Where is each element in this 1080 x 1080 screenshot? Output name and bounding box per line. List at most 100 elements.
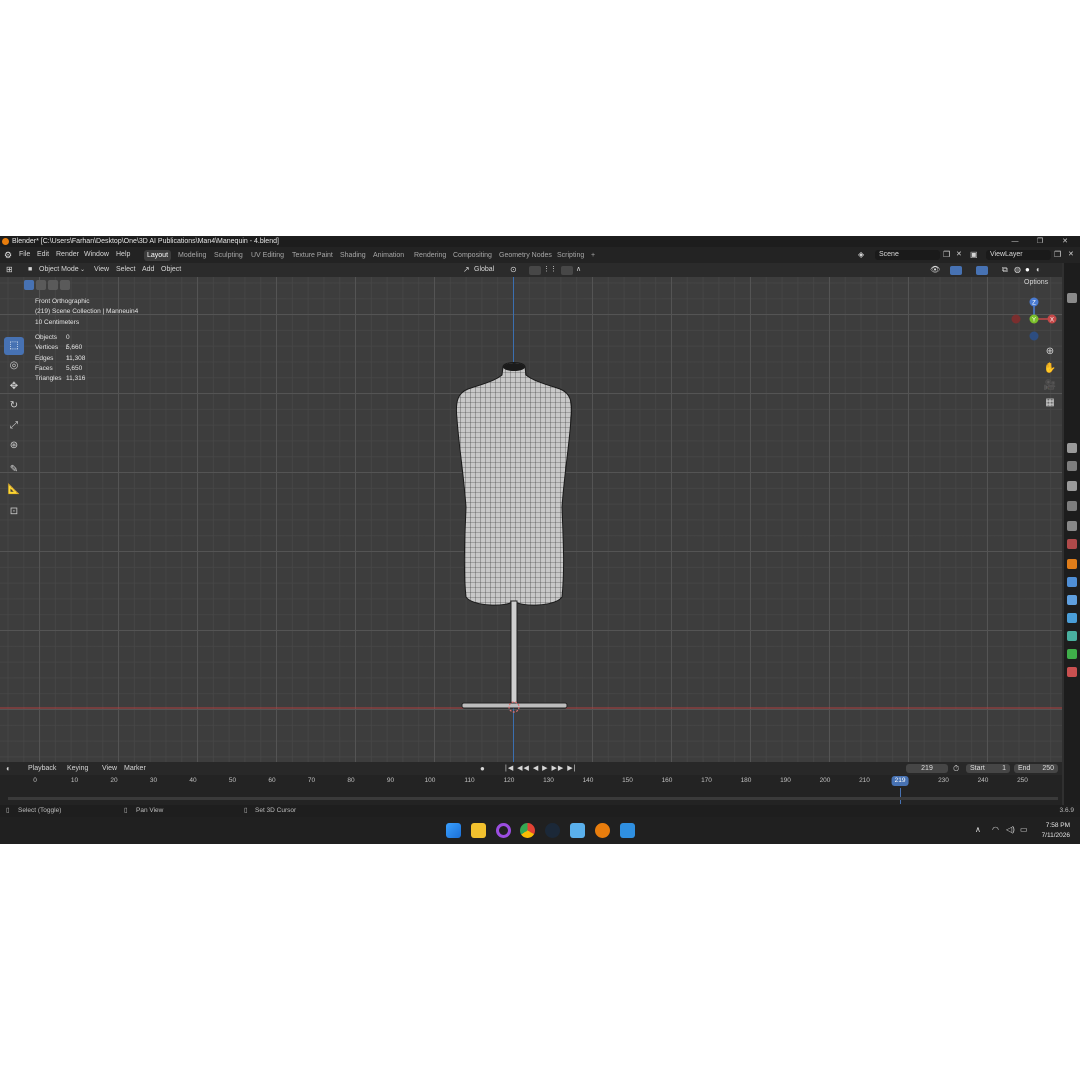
tab-sculpting[interactable]: Sculpting [211,250,246,261]
menu-file[interactable]: File [19,247,30,263]
xray-icon[interactable]: ⧉ [1002,263,1008,277]
data-properties-icon[interactable] [1067,649,1077,659]
tab-rendering[interactable]: Rendering [411,250,449,261]
notepad-icon[interactable] [570,823,585,838]
volume-icon[interactable]: ◁) [1006,825,1015,834]
world-properties-icon[interactable] [1067,539,1077,549]
view-layer-selector[interactable]: ViewLayer [986,250,1051,260]
menu-edit[interactable]: Edit [37,247,49,263]
tab-shading[interactable]: Shading [337,250,369,261]
maximize-button[interactable]: ❐ [1033,236,1047,247]
physics-properties-icon[interactable] [1067,613,1077,623]
scene-selector[interactable]: Scene [875,250,940,260]
select-extend-button[interactable] [36,280,46,290]
snap-target-icon[interactable]: ⋮⋮ [543,263,557,277]
scale-tool-icon[interactable]: ⤢ [4,417,24,435]
measure-tool-icon[interactable]: 📐 [4,481,24,499]
select-new-button[interactable] [24,280,34,290]
viewport-options-button[interactable]: Options [1024,279,1048,286]
scene-icon[interactable]: ◈ [858,247,864,263]
menu-object[interactable]: Object [161,263,181,277]
copy-view-layer-icon[interactable]: ❐ [1054,247,1061,263]
rotate-tool-icon[interactable]: ↻ [4,397,24,415]
tab-uv-editing[interactable]: UV Editing [248,250,287,261]
menu-marker[interactable]: Marker [124,762,146,775]
blender-menu-icon[interactable]: ⚙ [4,247,12,263]
object-properties-icon[interactable] [1067,559,1077,569]
remove-scene-icon[interactable]: ✕ [956,247,962,263]
chrome-icon[interactable] [520,823,535,838]
zoom-icon[interactable]: ⊕ [1042,344,1058,360]
add-cube-tool-icon[interactable]: ⊡ [4,503,24,521]
tab-layout[interactable]: Layout [144,250,172,261]
camera-view-icon[interactable]: 🎥 [1042,378,1058,394]
transform-tool-icon[interactable]: ⊛ [4,437,24,455]
view-layer-properties-icon[interactable] [1067,501,1077,511]
file-explorer-icon[interactable] [471,823,486,838]
material-properties-icon[interactable] [1067,667,1077,677]
tab-geometry-nodes[interactable]: Geometry Nodes [496,250,555,261]
ortho-grid-icon[interactable]: ▦ [1042,395,1058,411]
navigation-gizmo[interactable]: Z X Y [1009,294,1059,344]
transform-orientation-selector[interactable]: Global [474,263,494,277]
timeline-track[interactable] [8,797,1058,800]
tab-texture-paint[interactable]: Texture Paint [289,250,336,261]
start-frame-field[interactable]: Start 1 [966,764,1010,773]
blender-taskbar-icon[interactable] [595,823,610,838]
menu-window[interactable]: Window [84,247,109,263]
tool-properties-icon[interactable] [1067,443,1077,453]
overlay-toggle[interactable] [976,266,988,275]
paint-icon[interactable] [620,823,635,838]
cortana-icon[interactable] [496,823,511,838]
battery-icon[interactable]: ▭ [1020,825,1028,834]
3d-viewport[interactable]: Front Orthographic (219) Scene Collectio… [0,277,1062,762]
menu-keying[interactable]: Keying [67,762,88,775]
tab-compositing[interactable]: Compositing [450,250,495,261]
wifi-icon[interactable]: ◠ [992,825,999,834]
snap-toggle[interactable] [529,266,541,275]
gizmo-toggle[interactable] [950,266,962,275]
select-tool-icon[interactable]: ⬚ [4,337,24,355]
menu-playback[interactable]: Playback [28,762,56,775]
copy-scene-icon[interactable]: ❐ [943,247,950,263]
mode-selector[interactable]: Object Mode [39,263,79,277]
stopwatch-icon[interactable]: ⏱ [953,762,959,775]
proportional-edit-toggle[interactable] [561,266,573,275]
tab-scripting[interactable]: Scripting [554,250,587,261]
modifier-properties-icon[interactable] [1067,577,1077,587]
timeline-editor-type-icon[interactable]: ◐ [6,762,11,775]
solid-shading-icon[interactable]: ● [1025,263,1030,277]
annotate-tool-icon[interactable]: ✎ [4,461,24,479]
scene-properties-icon[interactable] [1067,521,1077,531]
menu-view[interactable]: View [94,263,109,277]
menu-timeline-view[interactable]: View [102,762,117,775]
minimize-button[interactable]: — [1008,236,1022,247]
end-frame-field[interactable]: End 250 [1014,764,1058,773]
move-tool-icon[interactable]: ✥ [4,378,24,396]
output-properties-icon[interactable] [1067,481,1077,491]
select-subtract-button[interactable] [48,280,58,290]
select-invert-button[interactable] [60,280,70,290]
playhead[interactable] [900,788,902,804]
close-button[interactable]: ✕ [1058,236,1072,247]
cursor-tool-icon[interactable]: ◎ [4,357,24,375]
editor-type-icon[interactable]: ⊞ [6,263,13,277]
particles-properties-icon[interactable] [1067,595,1077,605]
tab-modeling[interactable]: Modeling [175,250,209,261]
pan-hand-icon[interactable]: ✋ [1042,361,1058,377]
render-properties-icon[interactable] [1067,461,1077,471]
remove-view-layer-icon[interactable]: ✕ [1068,247,1074,263]
view-layer-icon[interactable]: ▣ [970,247,978,263]
tray-chevron-icon[interactable]: ∧ [975,825,981,834]
menu-render[interactable]: Render [56,247,79,263]
visibility-icon[interactable]: 👁 [930,263,940,277]
frame-ruler[interactable]: 0 10 20 30 40 50 60 70 80 90 100 110 120 130 140 150 160… [0,776,1062,789]
render-camera-icon[interactable] [1067,293,1077,303]
add-workspace-button[interactable]: + [588,250,598,261]
current-frame-field[interactable]: 219 [906,764,948,773]
pivot-icon[interactable]: ⊙ [510,263,517,277]
windows-start-icon[interactable] [446,823,461,838]
constraints-properties-icon[interactable] [1067,631,1077,641]
record-keyframe-icon[interactable]: ● [480,762,485,775]
system-clock[interactable]: 7:58 PM 7/11/2026 [1042,821,1070,841]
